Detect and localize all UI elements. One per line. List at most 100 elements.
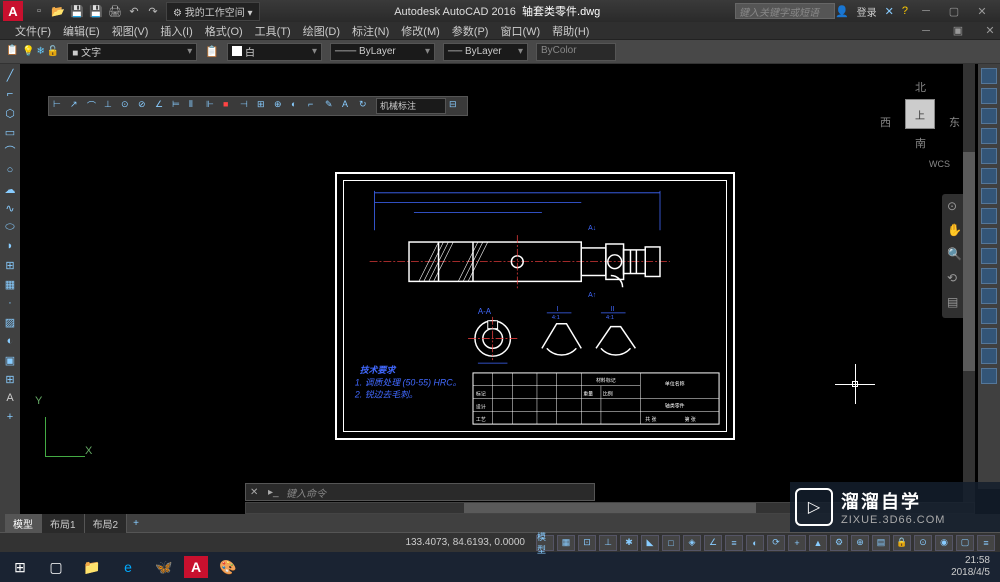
make-block-tool[interactable]: ▦ (2, 276, 18, 292)
viewcube-wcs[interactable]: WCS (929, 159, 950, 169)
app1-icon[interactable]: 🦋 (148, 554, 180, 580)
undo-icon[interactable]: ↶ (126, 3, 142, 19)
dim-aligned-icon[interactable]: ↗ (70, 99, 84, 113)
status-isolate-icon[interactable]: ◉ (935, 535, 953, 551)
help-icon[interactable]: ? (902, 5, 908, 17)
chamfer-tool[interactable] (981, 328, 997, 344)
revcloud-tool[interactable]: ☁ (2, 181, 18, 197)
redo-icon[interactable]: ↷ (145, 3, 161, 19)
status-qprops-icon[interactable]: ▤ (872, 535, 890, 551)
status-annomonitor-icon[interactable]: + (788, 535, 806, 551)
menu-window[interactable]: 窗口(W) (500, 23, 540, 39)
saveas-icon[interactable]: 💾 (88, 3, 104, 19)
copy-tool[interactable] (981, 88, 997, 104)
extend-tool[interactable] (981, 268, 997, 284)
status-workspace-icon[interactable]: ⚙ (830, 535, 848, 551)
open-icon[interactable]: 📂 (50, 3, 66, 19)
menu-modify[interactable]: 修改(M) (401, 23, 440, 39)
point-tool[interactable]: · (2, 295, 18, 311)
drawing-area[interactable]: ╱ ⌐ ⬡ ▭ ⌒ ○ ☁ ∿ ⬭ ◗ ⊞ ▦ · ▨ ◐ ▣ ⊞ A + (0, 64, 1000, 514)
status-3dosnap-icon[interactable]: ◈ (683, 535, 701, 551)
tab-model[interactable]: 模型 (5, 514, 42, 533)
array-tool[interactable] (981, 148, 997, 164)
circle-tool[interactable]: ○ (2, 162, 18, 178)
command-line[interactable]: ✕ ▸_ 键入命令 (245, 483, 595, 501)
polyline-tool[interactable]: ⌐ (2, 86, 18, 102)
ellipse-arc-tool[interactable]: ◗ (2, 238, 18, 254)
dim-arc-icon[interactable]: ⌒ (87, 99, 101, 113)
doc-restore[interactable]: ▣ (948, 23, 968, 39)
taskview-icon[interactable]: ▢ (40, 554, 72, 580)
color-dropdown[interactable]: 白 (227, 43, 322, 61)
menu-param[interactable]: 参数(P) (452, 23, 489, 39)
insert-block-tool[interactable]: ⊞ (2, 257, 18, 273)
doc-minimize[interactable]: ─ (916, 23, 936, 39)
mirror-tool[interactable] (981, 108, 997, 124)
rectangle-tool[interactable]: ▭ (2, 124, 18, 140)
tab-add-button[interactable]: + (127, 516, 145, 531)
status-grid-icon[interactable]: ▦ (557, 535, 575, 551)
status-cycling-icon[interactable]: ⟳ (767, 535, 785, 551)
linetype-dropdown[interactable]: ─── ByLayer (330, 43, 435, 61)
dim-ordinate-icon[interactable]: ⊥ (104, 99, 118, 113)
dimstyle-icon[interactable]: ⊟ (449, 99, 463, 113)
dim-space-icon[interactable]: ■ (223, 99, 237, 113)
status-lwt-icon[interactable]: ≡ (725, 535, 743, 551)
dim-center-icon[interactable]: ⊕ (274, 99, 288, 113)
viewcube-east[interactable]: 东 (949, 114, 960, 130)
lineweight-dropdown[interactable]: ── ByLayer (443, 43, 528, 61)
menu-file[interactable]: 文件(F) (15, 23, 51, 39)
login-button[interactable]: 登录 (857, 4, 877, 19)
status-model-button[interactable]: 模型 (536, 535, 554, 551)
viewcube[interactable]: 北 西 上 东 南 WCS (880, 79, 960, 169)
rotate-tool[interactable] (981, 188, 997, 204)
dim-edit-icon[interactable]: ✎ (325, 99, 339, 113)
viewcube-west[interactable]: 西 (880, 114, 891, 130)
menu-help[interactable]: 帮助(H) (552, 23, 589, 39)
status-units-icon[interactable]: ⊕ (851, 535, 869, 551)
command-close-icon[interactable]: ✕ (250, 487, 264, 498)
autocad-taskbar-icon[interactable]: A (184, 556, 208, 578)
dim-break-icon[interactable]: ⊣ (240, 99, 254, 113)
trim-tool[interactable] (981, 248, 997, 264)
dim-quick-icon[interactable]: ⊨ (172, 99, 186, 113)
status-polar-icon[interactable]: ✱ (620, 535, 638, 551)
coords-display[interactable]: 133.4073, 84.6193, 0.0000 (405, 537, 525, 548)
plotstyle-dropdown[interactable]: ByColor (536, 43, 616, 61)
move-tool[interactable] (981, 168, 997, 184)
mtext-tool[interactable]: A (2, 390, 18, 406)
region-tool[interactable]: ▣ (2, 352, 18, 368)
system-clock[interactable]: 21:58 2018/4/5 (951, 555, 996, 579)
app-logo[interactable]: A (3, 1, 23, 21)
viewcube-north[interactable]: 北 (915, 79, 926, 95)
doc-close[interactable]: ✕ (980, 23, 1000, 39)
viewcube-south[interactable]: 南 (915, 135, 926, 151)
exchange-icon[interactable]: ✕ (885, 5, 894, 18)
tab-layout2[interactable]: 布局2 (85, 514, 128, 533)
dim-linear-icon[interactable]: ⊢ (53, 99, 67, 113)
menu-view[interactable]: 视图(V) (112, 23, 149, 39)
status-hardware-icon[interactable]: ⊙ (914, 535, 932, 551)
status-custom-icon[interactable]: ≡ (977, 535, 995, 551)
minimize-button[interactable]: ─ (916, 3, 936, 19)
menu-tools[interactable]: 工具(T) (255, 23, 291, 39)
dim-diameter-icon[interactable]: ⊘ (138, 99, 152, 113)
ellipse-tool[interactable]: ⬭ (2, 219, 18, 235)
stretch-tool[interactable] (981, 228, 997, 244)
dim-continue-icon[interactable]: ⊩ (206, 99, 220, 113)
save-icon[interactable]: 💾 (69, 3, 85, 19)
edge-icon[interactable]: e (112, 554, 144, 580)
help-search-input[interactable]: 键入关键字或短语 (735, 3, 835, 19)
status-transparency-icon[interactable]: ◐ (746, 535, 764, 551)
print-icon[interactable]: 🖨 (107, 3, 123, 19)
status-clean-icon[interactable]: ▢ (956, 535, 974, 551)
dim-baseline-icon[interactable]: ⫴ (189, 99, 203, 113)
explode-tool[interactable] (981, 368, 997, 384)
layer-props-icon[interactable]: 📋 (6, 45, 20, 59)
status-snap-icon[interactable]: ⊡ (578, 535, 596, 551)
close-button[interactable]: ✕ (972, 3, 992, 19)
status-lock-icon[interactable]: 🔒 (893, 535, 911, 551)
arc-tool[interactable]: ⌒ (2, 143, 18, 159)
erase-tool[interactable] (981, 68, 997, 84)
polygon-tool[interactable]: ⬡ (2, 105, 18, 121)
